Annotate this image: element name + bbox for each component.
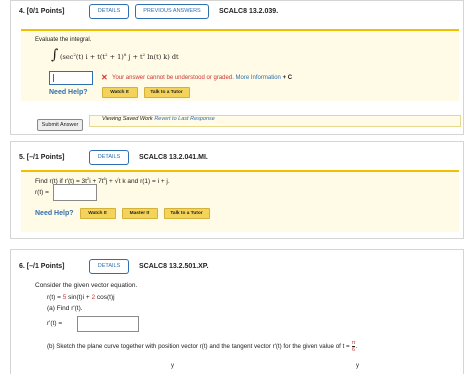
question-6: 6. [–/1 Points] DETAILS SCALC8 13.2.501.… bbox=[10, 249, 464, 374]
need-help-label: Need Help? bbox=[35, 210, 74, 217]
integral-part: (sec bbox=[59, 53, 74, 61]
submit-answer-button[interactable]: Submit Answer bbox=[37, 119, 83, 131]
previous-answers-button[interactable]: PREVIOUS ANSWERS bbox=[135, 3, 209, 19]
more-information-link[interactable]: More Information bbox=[236, 75, 281, 81]
answer-input[interactable] bbox=[53, 184, 97, 201]
part-b: (b) Sketch the plane curve together with… bbox=[47, 340, 455, 353]
vector-equation: r(t) = 5 sin(t)i + 2 cos(t)j bbox=[47, 294, 455, 301]
need-help-row: Need Help? Watch It Master It Talk to a … bbox=[35, 208, 210, 219]
talk-to-tutor-button[interactable]: Talk to a Tutor bbox=[143, 87, 190, 98]
question-header: 4. [0/1 Points] DETAILS PREVIOUS ANSWERS… bbox=[11, 1, 463, 21]
problem-code: SCALC8 13.2.501.XP. bbox=[139, 262, 209, 270]
integral-part: ln(t) k) dt bbox=[145, 53, 179, 61]
prompt-part: j + bbox=[105, 178, 115, 186]
error-icon: ✕ bbox=[101, 73, 108, 82]
rprime-row: r'(t) = bbox=[47, 316, 455, 332]
question-body: Evaluate the integral. ∫ (sec2(t) i + t(… bbox=[21, 29, 459, 101]
close-x-icon[interactable]: C bbox=[288, 75, 292, 81]
saved-work-bar: Viewing Saved Work Revert to Last Respon… bbox=[89, 115, 461, 127]
error-text: Your answer cannot be understood or grad… bbox=[112, 75, 234, 81]
question-5: 5. [–/1 Points] DETAILS SCALC8 13.2.041.… bbox=[10, 141, 464, 239]
points-label: 4. [0/1 Points] bbox=[19, 7, 65, 15]
need-help-label: Need Help? bbox=[49, 89, 88, 96]
watch-it-button[interactable]: Watch It bbox=[101, 87, 138, 98]
error-message: Your answer cannot be understood or grad… bbox=[112, 75, 292, 81]
watch-it-button[interactable]: Watch It bbox=[79, 208, 116, 219]
integral-part: j + t bbox=[126, 53, 143, 61]
need-help-row: Need Help? Watch It Talk to a Tutor bbox=[49, 87, 190, 98]
part-b-text: (b) Sketch the plane curve together with… bbox=[47, 343, 350, 350]
answer-input[interactable] bbox=[49, 71, 93, 85]
problem-code: SCALC8 13.2.039. bbox=[219, 7, 279, 15]
problem-code: SCALC8 13.2.041.MI. bbox=[139, 153, 208, 161]
integral-sign: ∫ bbox=[51, 47, 59, 63]
question-body: Consider the given vector equation. r(t)… bbox=[35, 282, 455, 353]
details-button[interactable]: DETAILS bbox=[89, 258, 129, 274]
prompt-part: t k and r(1) = i + j. bbox=[118, 178, 170, 186]
period: . bbox=[355, 343, 358, 350]
answer-input[interactable] bbox=[77, 316, 139, 332]
graph2-y-label: y bbox=[356, 363, 359, 369]
details-button[interactable]: DETAILS bbox=[89, 3, 129, 19]
points-label: 5. [–/1 Points] bbox=[19, 153, 65, 161]
prompt-text: Consider the given vector equation. bbox=[35, 282, 138, 289]
talk-to-tutor-button[interactable]: Talk to a Tutor bbox=[163, 208, 210, 219]
revert-link[interactable]: Revert to Last Response bbox=[154, 116, 215, 122]
plus-icon: + bbox=[282, 75, 287, 81]
text-cursor bbox=[53, 74, 54, 82]
question-4: 4. [0/1 Points] DETAILS PREVIOUS ANSWERS… bbox=[10, 0, 464, 135]
rprime-label: r'(t) = bbox=[47, 320, 63, 327]
question-header: 5. [–/1 Points] DETAILS SCALC8 13.2.041.… bbox=[11, 147, 463, 167]
details-button[interactable]: DETAILS bbox=[89, 149, 129, 165]
eq-part: r(t) = bbox=[47, 294, 63, 301]
integral-part: + 1) bbox=[107, 53, 124, 61]
integral-expression: ∫ (sec2(t) i + t(t2 + 1)8 j + t2 ln(t) k… bbox=[51, 47, 179, 63]
question-body: Find r(t) if r'(t) = 3t2i + 7t6j + √t k … bbox=[21, 170, 459, 232]
graph1-y-label: y bbox=[171, 363, 174, 369]
master-it-button[interactable]: Master It bbox=[121, 208, 158, 219]
viewing-saved-work: Viewing Saved Work bbox=[102, 116, 153, 122]
points-label: 6. [–/1 Points] bbox=[19, 262, 65, 270]
eq-part: sin(t)i + bbox=[66, 294, 92, 301]
eq-part: cos(t)j bbox=[95, 294, 115, 301]
part-a: (a) Find r'(t). bbox=[47, 305, 83, 312]
integral-part: (t) i + t(t bbox=[75, 53, 106, 61]
r-label: r(t) = bbox=[35, 189, 49, 196]
prompt-text: Evaluate the integral. bbox=[35, 37, 92, 43]
question-header: 6. [–/1 Points] DETAILS SCALC8 13.2.501.… bbox=[11, 256, 463, 276]
